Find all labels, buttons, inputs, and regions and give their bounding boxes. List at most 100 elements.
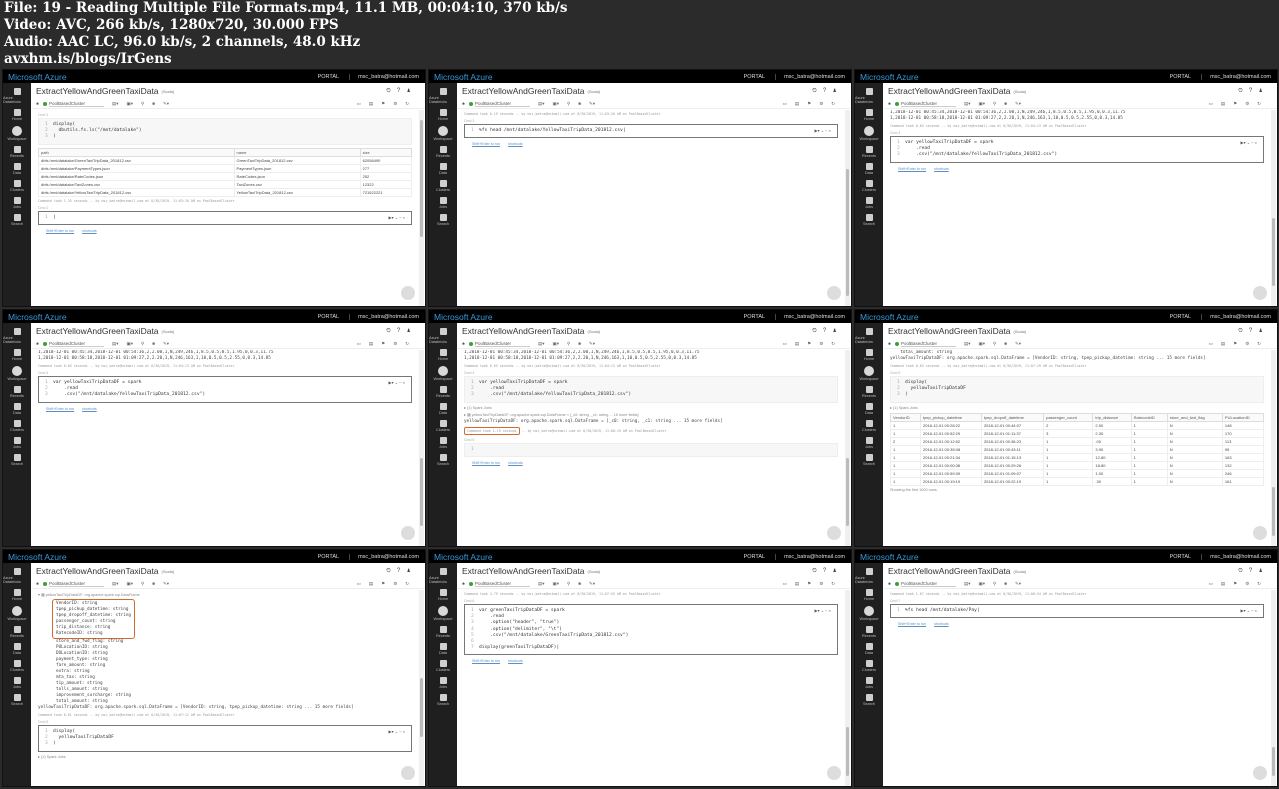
cell-actions[interactable]: ▶▾ ⌄ − × xyxy=(389,380,405,385)
sidebar-item-recents[interactable]: Recents xyxy=(429,386,457,398)
scrollbar[interactable] xyxy=(419,590,424,786)
cluster-select[interactable]: PoolBasedCluster xyxy=(474,101,530,107)
user-email[interactable]: msc_batra@hotmail.com xyxy=(349,73,425,80)
sidebar-item-search[interactable]: Search xyxy=(3,694,31,706)
sidebar-item-search[interactable]: Search xyxy=(855,454,883,466)
portal-link[interactable]: PORTAL xyxy=(318,554,340,560)
code-editor[interactable]: 1 %fs head /mnt/datalake/YellowTaxiTripDa… xyxy=(471,128,831,134)
sidebar-item-jobs[interactable]: Jobs xyxy=(855,197,883,209)
cluster-select[interactable]: PoolBasedCluster xyxy=(48,101,104,107)
sidebar-item-workspace[interactable]: Workspace xyxy=(429,126,457,141)
sidebar-item-search[interactable]: Search xyxy=(3,454,31,466)
code-editor[interactable]: 1 var greenTaxiTripDataDF = spark 2 .read 3… xyxy=(471,608,831,651)
sidebar-item-clusters[interactable]: Clusters xyxy=(429,660,457,672)
sidebar-item-search[interactable]: Search xyxy=(429,454,457,466)
spark-jobs-toggle[interactable]: ▸ ▦ yellowTaxiTripDataDF: org.apache.spa… xyxy=(464,413,639,417)
sidebar-item-azure-databricks[interactable]: Azure Databricks xyxy=(855,568,883,584)
header-icons[interactable]: ⏲?♟ xyxy=(1238,328,1269,335)
sidebar-item-data[interactable]: Data xyxy=(3,403,31,415)
feedback-button[interactable] xyxy=(401,286,415,300)
sidebar-item-home[interactable]: Home xyxy=(855,349,883,361)
column-header[interactable]: path xyxy=(38,147,235,157)
user-email[interactable]: msc_batra@hotmail.com xyxy=(1201,73,1277,80)
sidebar-item-clusters[interactable]: Clusters xyxy=(3,420,31,432)
scrollbar[interactable] xyxy=(845,110,850,306)
sidebar-item-home[interactable]: Home xyxy=(429,589,457,601)
scrollbar-thumb[interactable] xyxy=(846,457,849,527)
file-menu-button[interactable]: ▤▾ xyxy=(112,341,119,347)
sidebar-item-search[interactable]: Search xyxy=(855,214,883,226)
sidebar-item-clusters[interactable]: Clusters xyxy=(429,420,457,432)
sidebar-item-workspace[interactable]: Workspace xyxy=(855,366,883,381)
sidebar-item-data[interactable]: Data xyxy=(3,643,31,655)
code-cell[interactable]: ▶▾ ⌄ − × 1 var greenTaxiTripDataDF = spark… xyxy=(464,604,838,656)
sidebar-item-jobs[interactable]: Jobs xyxy=(3,197,31,209)
right-toolbar-icons[interactable]: ▭▤⚑⚙↻ xyxy=(357,341,417,347)
header-icons[interactable]: ⏲?♟ xyxy=(1238,568,1269,575)
right-toolbar-icons[interactable]: ▭▤⚑⚙↻ xyxy=(1209,341,1269,347)
feedback-button[interactable] xyxy=(1253,526,1267,540)
sidebar-item-recents[interactable]: Recents xyxy=(855,626,883,638)
sidebar-item-recents[interactable]: Recents xyxy=(429,626,457,638)
user-email[interactable]: msc_batra@hotmail.com xyxy=(349,553,425,560)
user-email[interactable]: msc_batra@hotmail.com xyxy=(1201,313,1277,320)
code-editor[interactable]: 1 display(2 dbutils.fs.ls("/mnt/datalake"… xyxy=(45,122,405,141)
sidebar-item-recents[interactable]: Recents xyxy=(3,146,31,158)
sidebar-item-jobs[interactable]: Jobs xyxy=(3,677,31,689)
sidebar-item-clusters[interactable]: Clusters xyxy=(3,660,31,672)
column-header[interactable]: tpep_dropoff_datetime xyxy=(980,412,1045,422)
header-icons[interactable]: ⏲?♟ xyxy=(1238,88,1269,95)
view-menu-button[interactable]: ▣▾ xyxy=(126,341,133,347)
cell-actions[interactable]: ▶▾ ⌄ − × xyxy=(1241,608,1257,613)
feedback-button[interactable] xyxy=(827,286,841,300)
file-menu-button[interactable]: ▤▾ xyxy=(964,341,971,347)
permissions-button[interactable]: ⚲ xyxy=(141,581,144,587)
scrollbar-thumb[interactable] xyxy=(420,678,423,737)
file-menu-button[interactable]: ▤▾ xyxy=(112,101,119,107)
user-email[interactable]: msc_batra@hotmail.com xyxy=(775,553,851,560)
user-email[interactable]: msc_batra@hotmail.com xyxy=(775,313,851,320)
code-editor[interactable]: 1 var yellowTaxiTripDataDF = spark 2 .read… xyxy=(897,140,1257,159)
view-menu-button[interactable]: ▣▾ xyxy=(978,581,985,587)
column-header[interactable]: passenger_count xyxy=(1043,412,1094,422)
spark-jobs-toggle[interactable]: ▸ (1) Spark Jobs xyxy=(890,406,918,410)
sidebar-item-azure-databricks[interactable]: Azure Databricks xyxy=(429,328,457,344)
sidebar-item-azure-databricks[interactable]: Azure Databricks xyxy=(3,568,31,584)
sidebar-item-search[interactable]: Search xyxy=(429,694,457,706)
feedback-button[interactable] xyxy=(1253,766,1267,780)
file-menu-button[interactable]: ▤▾ xyxy=(964,101,971,107)
file-menu-button[interactable]: ▤▾ xyxy=(538,341,545,347)
sidebar-item-search[interactable]: Search xyxy=(429,214,457,226)
shortcuts-link[interactable]: shortcuts xyxy=(934,622,949,626)
scrollbar-thumb[interactable] xyxy=(846,168,849,297)
sidebar-item-workspace[interactable]: Workspace xyxy=(3,366,31,381)
shortcuts-link[interactable]: shortcuts xyxy=(82,407,97,411)
cell-actions[interactable]: ▶▾ ⌄ − × xyxy=(389,215,405,220)
portal-link[interactable]: PORTAL xyxy=(1170,314,1192,320)
clear-button[interactable]: ✎▾ xyxy=(163,581,169,587)
user-email[interactable]: msc_batra@hotmail.com xyxy=(349,313,425,320)
column-header[interactable]: trip_distance xyxy=(1092,412,1132,422)
run-all-button[interactable]: ■ xyxy=(1004,341,1007,346)
scrollbar-thumb[interactable] xyxy=(1272,487,1275,537)
cluster-select[interactable]: PoolBasedCluster xyxy=(900,101,956,107)
sidebar-item-workspace[interactable]: Workspace xyxy=(3,126,31,141)
column-header[interactable]: PULocationID xyxy=(1221,412,1265,422)
view-menu-button[interactable]: ▣▾ xyxy=(978,101,985,107)
portal-link[interactable]: PORTAL xyxy=(1170,74,1192,80)
sidebar-item-recents[interactable]: Recents xyxy=(855,386,883,398)
sidebar-item-search[interactable]: Search xyxy=(3,214,31,226)
view-menu-button[interactable]: ▣▾ xyxy=(126,581,133,587)
sidebar-item-azure-databricks[interactable]: Azure Databricks xyxy=(429,88,457,104)
sidebar-item-jobs[interactable]: Jobs xyxy=(3,437,31,449)
feedback-button[interactable] xyxy=(401,766,415,780)
sidebar-item-azure-databricks[interactable]: Azure Databricks xyxy=(855,88,883,104)
scrollbar[interactable] xyxy=(845,590,850,786)
clear-button[interactable]: ✎▾ xyxy=(589,581,595,587)
right-toolbar-icons[interactable]: ▭▤⚑⚙↻ xyxy=(357,581,417,587)
portal-link[interactable]: PORTAL xyxy=(318,314,340,320)
clear-button[interactable]: ✎▾ xyxy=(589,341,595,347)
permissions-button[interactable]: ⚲ xyxy=(141,341,144,347)
run-all-button[interactable]: ■ xyxy=(1004,581,1007,586)
run-all-button[interactable]: ■ xyxy=(578,341,581,346)
